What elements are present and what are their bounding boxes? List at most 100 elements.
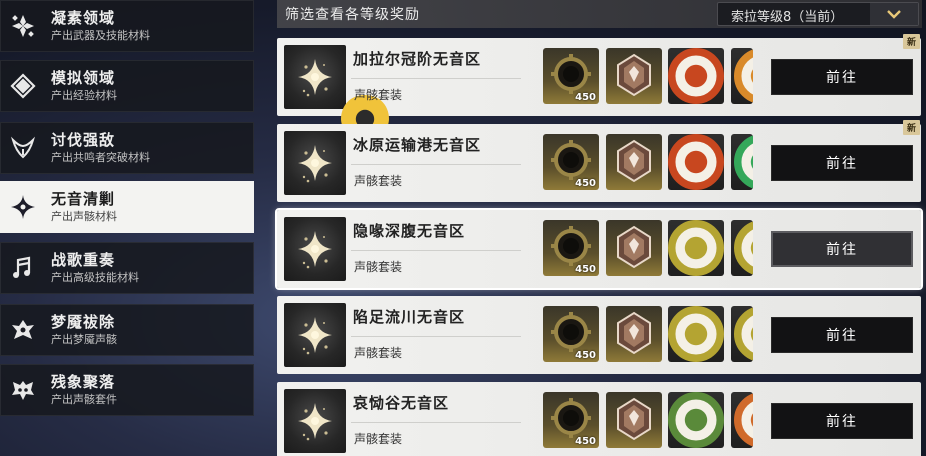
divider — [351, 422, 521, 423]
reward-echo-set[interactable] — [668, 306, 724, 362]
reward-echo-set-partial[interactable] — [731, 134, 753, 190]
reward-tuner[interactable] — [606, 134, 662, 190]
reward-echo-set-partial[interactable] — [731, 306, 753, 362]
reward-tuner[interactable] — [606, 392, 662, 448]
new-badge: 新 — [903, 34, 920, 49]
set-badge-icon — [734, 393, 753, 447]
sidebar-item-subtitle: 产出声骸材料 — [51, 210, 117, 223]
reward-echo-set-partial[interactable] — [731, 48, 753, 104]
tacet-field-card: 哀恸谷无音区 声骸套装 前往 450 — [277, 382, 921, 456]
sidebar-item-title: 战歌重奏 — [51, 251, 116, 269]
set-badge-icon — [668, 134, 724, 190]
reward-shell-credit[interactable]: 450 — [543, 306, 599, 362]
gem-material-icon — [617, 225, 651, 269]
four-point-star-icon — [3, 181, 43, 233]
reward-shell-credit[interactable]: 450 — [543, 220, 599, 276]
go-button[interactable]: 前往 — [771, 403, 913, 439]
reward-echo-set[interactable] — [668, 392, 724, 448]
sidebar-item-subtitle: 产出声骸套件 — [51, 393, 117, 406]
go-button[interactable]: 前往 — [771, 59, 913, 95]
reward-count: 450 — [575, 92, 596, 103]
sidebar-item-title: 梦魇祓除 — [51, 313, 116, 331]
set-badge-icon — [668, 48, 724, 104]
tacet-field-card: 冰原运输港无音区 声骸套装 前往 450 新 — [277, 120, 921, 202]
tacet-field-star-icon — [298, 403, 332, 441]
dropdown-toggle-button[interactable] — [870, 3, 918, 25]
card-subtitle: 声骸套装 — [354, 432, 403, 446]
sidebar-item-subtitle: 产出经验材料 — [51, 89, 117, 102]
crystal-cluster-icon — [3, 0, 43, 52]
reward-count: 450 — [575, 436, 596, 447]
go-button[interactable]: 前往 — [771, 145, 913, 181]
sidebar-item-nightmare[interactable]: 梦魇祓除 产出梦魇声骸 — [0, 304, 254, 356]
gem-material-icon — [617, 311, 651, 355]
reward-echo-set[interactable] — [668, 220, 724, 276]
card-title: 冰原运输港无音区 — [353, 136, 482, 154]
tacet-field-card: 隐喙深腹无音区 声骸套装 前往 450 — [275, 208, 923, 290]
sidebar-item-title: 模拟领域 — [51, 69, 116, 87]
divider — [351, 164, 521, 165]
reward-echo-set-partial[interactable] — [731, 220, 753, 276]
set-badge-icon — [668, 306, 724, 362]
sidebar-item-title: 无音清剿 — [51, 190, 116, 208]
divider — [351, 250, 521, 251]
reward-shell-credit[interactable]: 450 — [543, 134, 599, 190]
tacet-field-card: 陷足流川无音区 声骸套装 前往 450 — [277, 296, 921, 374]
field-thumbnail — [284, 217, 346, 281]
card-subtitle: 声骸套装 — [354, 174, 403, 188]
card-subtitle: 声骸套装 — [354, 346, 403, 360]
sidebar-item-title: 讨伐强敌 — [51, 131, 116, 149]
set-badge-icon — [668, 392, 724, 448]
sidebar-item-forgery[interactable]: 凝素领域 产出武器及技能材料 — [0, 0, 254, 52]
sidebar-item-simulation[interactable]: 模拟领域 产出经验材料 — [0, 60, 254, 112]
level-select-value: 索拉等级8（当前） — [731, 10, 844, 25]
sidebar-item-title: 残象聚落 — [51, 373, 116, 391]
reward-count: 450 — [575, 178, 596, 189]
reward-echo-set[interactable] — [668, 48, 724, 104]
set-badge-icon — [734, 221, 753, 275]
sidebar-item-echo-settlement[interactable]: 残象聚落 产出声骸套件 — [0, 364, 254, 416]
reward-echo-set-partial[interactable] — [731, 392, 753, 448]
sidebar-item-tacet-field[interactable]: 无音清剿 产出声骸材料 — [0, 181, 254, 233]
reward-echo-set[interactable] — [668, 134, 724, 190]
new-badge: 新 — [903, 120, 920, 135]
nightmare-mask-icon — [3, 304, 43, 356]
winged-mask-icon — [3, 364, 43, 416]
reward-tuner[interactable] — [606, 220, 662, 276]
gem-material-icon — [617, 53, 651, 97]
reward-count: 450 — [575, 350, 596, 361]
sidebar-item-subtitle: 产出共鸣者突破材料 — [51, 151, 150, 164]
go-button[interactable]: 前往 — [771, 231, 913, 267]
tacet-field-star-icon — [298, 231, 332, 269]
sidebar-item-title: 凝素领域 — [51, 9, 116, 27]
diamond-rhombus-icon — [3, 60, 43, 112]
field-thumbnail — [284, 303, 346, 367]
sidebar-item-boss[interactable]: 讨伐强敌 产出共鸣者突破材料 — [0, 122, 254, 174]
reward-shell-credit[interactable]: 450 — [543, 48, 599, 104]
card-title: 隐喙深腹无音区 — [353, 222, 466, 240]
card-subtitle: 声骸套装 — [354, 88, 403, 102]
tacet-field-star-icon — [298, 145, 332, 183]
header-title: 筛选查看各等级奖励 — [285, 7, 420, 23]
stage: 凝素领域 产出武器及技能材料 模拟领域 产出经验材料 讨伐强敌 产出共鸣者突破材… — [0, 0, 926, 456]
divider — [351, 336, 521, 337]
sidebar-item-weekly[interactable]: 战歌重奏 产出高级技能材料 — [0, 242, 254, 294]
field-thumbnail — [284, 45, 389, 151]
field-thumbnail — [284, 131, 346, 195]
gem-material-icon — [617, 397, 651, 441]
gem-material-icon — [617, 139, 651, 183]
chevron-down-icon — [887, 10, 901, 19]
reward-count: 450 — [575, 264, 596, 275]
horned-crest-icon — [3, 122, 43, 174]
music-note-icon — [3, 242, 43, 294]
card-title: 哀恸谷无音区 — [353, 394, 450, 412]
go-button[interactable]: 前往 — [771, 317, 913, 353]
reward-tuner[interactable] — [606, 48, 662, 104]
card-subtitle: 声骸套装 — [354, 260, 403, 274]
set-badge-icon — [734, 135, 753, 189]
field-thumbnail — [284, 389, 346, 453]
level-select-dropdown[interactable]: 索拉等级8（当前） — [717, 2, 919, 26]
reward-tuner[interactable] — [606, 306, 662, 362]
reward-shell-credit[interactable]: 450 — [543, 392, 599, 448]
divider — [351, 78, 521, 79]
